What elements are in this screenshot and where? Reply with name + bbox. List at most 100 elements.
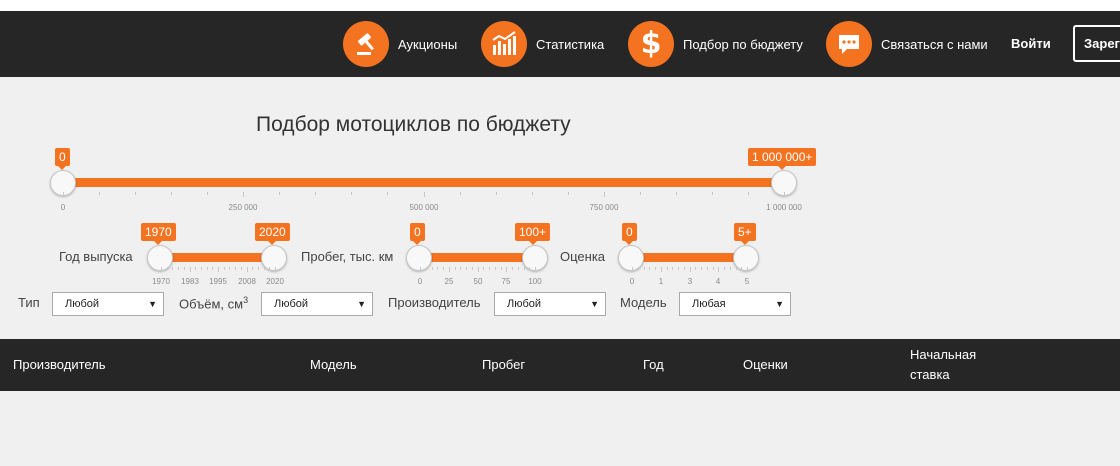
mileage-tick bbox=[529, 267, 530, 270]
budget-tick bbox=[207, 192, 208, 195]
rating-min-badge: 0 bbox=[622, 223, 637, 245]
budget-tick-label: 0 bbox=[60, 203, 66, 212]
budget-tick bbox=[640, 192, 641, 195]
mileage-tick bbox=[489, 267, 490, 270]
mileage-tick bbox=[460, 267, 461, 270]
column-header-ratings[interactable]: Оценки bbox=[743, 355, 788, 375]
mileage-min-handle[interactable] bbox=[406, 245, 432, 271]
budget-tick bbox=[135, 192, 136, 195]
year-label: Год выпуска bbox=[59, 249, 133, 264]
mileage-tick bbox=[518, 267, 519, 270]
year-tick bbox=[269, 267, 270, 270]
nav-item-contact[interactable]: Связаться с нами bbox=[826, 21, 988, 67]
budget-min-badge: 0 bbox=[55, 148, 70, 170]
type-select[interactable]: Любой ▼ bbox=[52, 292, 164, 316]
budget-tick bbox=[387, 192, 388, 195]
mileage-tick bbox=[437, 267, 438, 270]
chat-icon bbox=[826, 21, 872, 67]
model-select[interactable]: Любая ▼ bbox=[679, 292, 791, 316]
budget-tick bbox=[63, 192, 64, 197]
dollar-icon: $ bbox=[628, 21, 674, 67]
rating-tick bbox=[649, 267, 650, 270]
year-tick-label: 1970 bbox=[152, 277, 170, 286]
rating-tick bbox=[736, 267, 737, 270]
rating-tick bbox=[747, 267, 748, 272]
year-range-fill bbox=[160, 253, 274, 262]
budget-tick bbox=[676, 192, 677, 195]
year-min-handle[interactable] bbox=[147, 245, 173, 271]
budget-tick bbox=[460, 192, 461, 195]
nav-item-statistics[interactable]: Статистика bbox=[481, 21, 604, 67]
year-tick bbox=[224, 267, 225, 270]
column-header-model[interactable]: Модель bbox=[310, 355, 357, 375]
budget-tick bbox=[784, 192, 785, 197]
rating-min-handle[interactable] bbox=[618, 245, 644, 271]
mileage-min-badge: 0 bbox=[410, 223, 425, 245]
rating-tick bbox=[695, 267, 696, 270]
column-header-maker[interactable]: Производитель bbox=[13, 355, 106, 375]
mileage-tick bbox=[426, 267, 427, 270]
rating-tick bbox=[667, 267, 668, 270]
year-tick-label: 1983 bbox=[181, 277, 199, 286]
chevron-down-icon: ▼ bbox=[775, 299, 784, 309]
budget-tick bbox=[243, 192, 244, 197]
year-tick-label: 2020 bbox=[266, 277, 284, 286]
register-button[interactable]: Зарег bbox=[1073, 25, 1120, 62]
nav-item-auctions[interactable]: Аукционы bbox=[343, 21, 457, 67]
mileage-tick bbox=[449, 267, 450, 272]
year-tick bbox=[258, 267, 259, 270]
year-tick bbox=[161, 267, 162, 272]
login-link[interactable]: Войти bbox=[1011, 36, 1051, 51]
mileage-tick bbox=[501, 267, 502, 270]
nav-item-budget[interactable]: $ Подбор по бюджету bbox=[628, 21, 803, 67]
year-tick bbox=[195, 267, 196, 270]
rating-range-fill bbox=[631, 253, 746, 262]
year-tick bbox=[190, 267, 191, 272]
year-tick bbox=[178, 267, 179, 270]
maker-label: Производитель bbox=[388, 295, 481, 310]
budget-tick bbox=[424, 192, 425, 197]
mileage-range-fill bbox=[419, 253, 535, 262]
budget-tick-label: 500 000 bbox=[409, 203, 439, 212]
budget-tick-label: 750 000 bbox=[589, 203, 619, 212]
nav-label-contact: Связаться с нами bbox=[881, 36, 988, 52]
maker-select[interactable]: Любой ▼ bbox=[494, 292, 606, 316]
mileage-tick-label: 50 bbox=[473, 277, 483, 286]
volume-select[interactable]: Любой ▼ bbox=[261, 292, 373, 316]
mileage-tick bbox=[455, 267, 456, 270]
year-tick-label: 1995 bbox=[209, 277, 227, 286]
budget-tick bbox=[351, 192, 352, 195]
results-table-header: Производитель Модель Пробег Год Оценки Н… bbox=[0, 339, 1120, 391]
rating-tick bbox=[672, 267, 673, 270]
rating-tick bbox=[718, 267, 719, 272]
rating-tick bbox=[713, 267, 714, 270]
year-tick bbox=[252, 267, 253, 270]
year-tick bbox=[167, 267, 168, 270]
volume-label: Объём, см3 bbox=[179, 295, 249, 312]
gavel-icon bbox=[343, 21, 389, 67]
rating-label: Оценка bbox=[560, 249, 606, 264]
chevron-down-icon: ▼ bbox=[357, 299, 366, 309]
budget-tick bbox=[712, 192, 713, 195]
mileage-tick bbox=[466, 267, 467, 270]
rating-tick-label: 0 bbox=[629, 277, 635, 286]
rating-tick bbox=[655, 267, 656, 270]
column-header-start-bid[interactable]: Начальная ставка bbox=[910, 345, 990, 385]
navbar: Аукционы Статистика $ Подбор по бюджету bbox=[0, 11, 1120, 77]
rating-tick-label: 3 bbox=[687, 277, 693, 286]
budget-tick bbox=[496, 192, 497, 195]
budget-tick-label: 250 000 bbox=[228, 203, 258, 212]
column-header-mileage[interactable]: Пробег bbox=[482, 355, 525, 375]
type-select-value: Любой bbox=[65, 298, 100, 310]
volume-label-sup: 3 bbox=[243, 295, 249, 305]
mileage-label: Пробег, тыс. км bbox=[301, 249, 394, 264]
rating-tick bbox=[741, 267, 742, 270]
column-header-year[interactable]: Год bbox=[643, 355, 664, 375]
mileage-tick bbox=[506, 267, 507, 272]
rating-tick bbox=[730, 267, 731, 270]
rating-tick bbox=[701, 267, 702, 270]
rating-tick bbox=[661, 267, 662, 272]
year-tick bbox=[212, 267, 213, 270]
mileage-tick bbox=[524, 267, 525, 270]
type-label: Тип bbox=[18, 295, 40, 310]
